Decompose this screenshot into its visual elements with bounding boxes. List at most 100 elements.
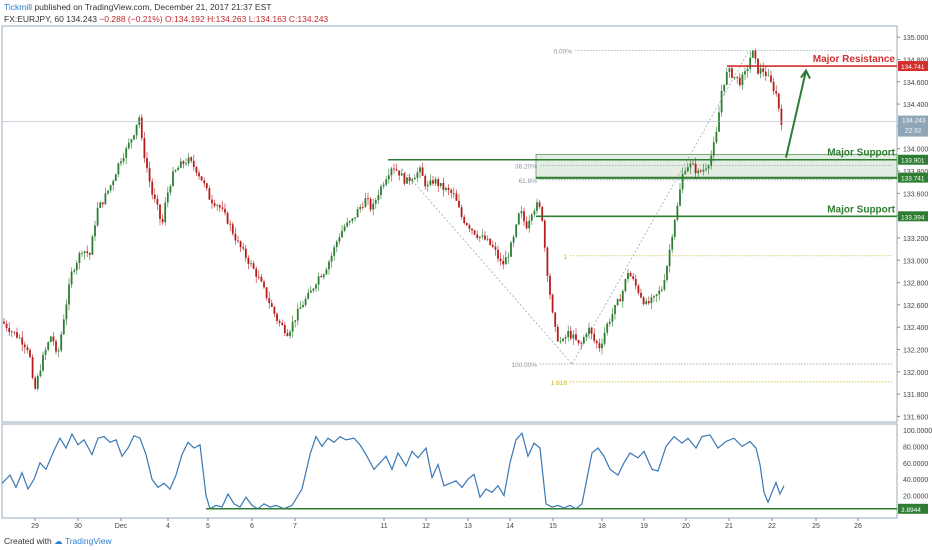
- candle-body: [489, 238, 492, 245]
- candle-body: [595, 340, 598, 344]
- tradingview-brand[interactable]: TradingView: [65, 536, 112, 546]
- level-tag-label: 133.394: [901, 214, 925, 221]
- candle-body: [252, 263, 255, 269]
- candle-body: [302, 304, 304, 308]
- candle-body: [572, 334, 575, 339]
- candle-body: [491, 244, 494, 247]
- candle-body: [117, 163, 120, 175]
- candle-body: [205, 183, 208, 189]
- candle-body: [728, 68, 731, 72]
- candle-body: [148, 168, 151, 182]
- time-tick-label: Dec: [115, 523, 128, 530]
- time-tick-label: 13: [464, 523, 472, 530]
- candle-body: [341, 230, 343, 238]
- candle-body: [510, 242, 512, 257]
- candle-body: [16, 332, 18, 338]
- candle-body: [101, 202, 104, 205]
- candle-body: [281, 322, 284, 326]
- candle-body: [320, 276, 323, 278]
- candle-body: [299, 307, 302, 309]
- candle-body: [780, 108, 783, 125]
- oscillator-value-label: 3.8944: [901, 507, 921, 514]
- candle-body: [291, 321, 294, 332]
- candle-body: [400, 173, 403, 176]
- candle-body: [523, 211, 525, 222]
- candle-body: [369, 198, 372, 210]
- candle-body: [21, 337, 24, 345]
- candle-body: [715, 131, 718, 143]
- candle-body: [406, 177, 408, 184]
- candle-body: [432, 180, 434, 184]
- candle-body: [738, 77, 741, 86]
- candle-body: [684, 171, 687, 174]
- level-name: Major Resistance: [813, 54, 896, 65]
- price-chart[interactable]: 0.00% 38.20% 61.8% 100.00% 1.618 1 Major Resi…: [0, 0, 932, 550]
- time-tick-label: 12: [422, 523, 430, 530]
- candle-body: [133, 135, 135, 140]
- candle-body: [608, 321, 611, 324]
- candle-body: [676, 205, 679, 220]
- candle-body: [164, 202, 167, 223]
- candle-body: [429, 180, 432, 185]
- candle-body: [442, 183, 445, 190]
- price-tick-label: 132.400: [903, 325, 928, 332]
- candle-body: [606, 323, 609, 333]
- candle-body: [68, 284, 70, 305]
- candle-body: [361, 207, 364, 208]
- candle-body: [741, 74, 744, 86]
- time-tick-label: 5: [206, 523, 210, 530]
- candle-body: [182, 161, 185, 164]
- level-name: Major Support: [827, 148, 895, 159]
- candle-body: [692, 163, 694, 165]
- candle-body: [452, 192, 455, 194]
- candle-body: [231, 224, 234, 234]
- time-tick-label: 29: [31, 523, 39, 530]
- candle-body: [434, 179, 437, 184]
- candle-body: [26, 347, 29, 350]
- candle-body: [751, 50, 754, 58]
- candle-body: [185, 163, 187, 165]
- candle-body: [146, 158, 148, 169]
- candle-body: [419, 167, 421, 173]
- level-tag-label: 133.741: [901, 176, 925, 183]
- candle-body: [632, 276, 635, 279]
- fib-label: 100.00%: [511, 362, 537, 369]
- candle-body: [91, 236, 94, 255]
- candle-body: [296, 308, 299, 321]
- candle-body: [497, 249, 499, 259]
- candle-body: [278, 320, 281, 323]
- candle-body: [601, 343, 603, 349]
- candle-body: [681, 173, 684, 190]
- candle-body: [447, 187, 450, 190]
- candle-body: [411, 179, 414, 181]
- candle-body: [18, 337, 21, 339]
- candle-body: [270, 303, 273, 307]
- candle-body: [359, 207, 362, 210]
- candle-body: [577, 339, 580, 344]
- candle-body: [705, 168, 707, 170]
- candle-body: [546, 247, 549, 276]
- candle-body: [73, 270, 76, 272]
- candle-body: [234, 233, 237, 241]
- candle-body: [356, 209, 359, 218]
- candle-body: [330, 255, 333, 262]
- candle-body: [749, 57, 752, 69]
- candle-body: [135, 124, 138, 136]
- time-tick-label: 22: [768, 523, 776, 530]
- candle-body: [590, 327, 593, 334]
- candle-body: [720, 91, 723, 113]
- candle-body: [486, 238, 489, 240]
- candle-body: [530, 214, 533, 221]
- candle-body: [187, 157, 190, 164]
- candle-body: [723, 84, 726, 92]
- candle-body: [689, 163, 692, 168]
- candle-body: [304, 298, 307, 305]
- candle-body: [78, 253, 81, 263]
- candle-body: [655, 294, 658, 297]
- candle-body: [528, 220, 531, 229]
- oscillator-tick-label: 100.0000: [903, 428, 932, 435]
- candle-body: [564, 337, 567, 339]
- candle-body: [463, 216, 466, 224]
- candle-body: [445, 187, 447, 190]
- price-tick-label: 132.000: [903, 370, 928, 377]
